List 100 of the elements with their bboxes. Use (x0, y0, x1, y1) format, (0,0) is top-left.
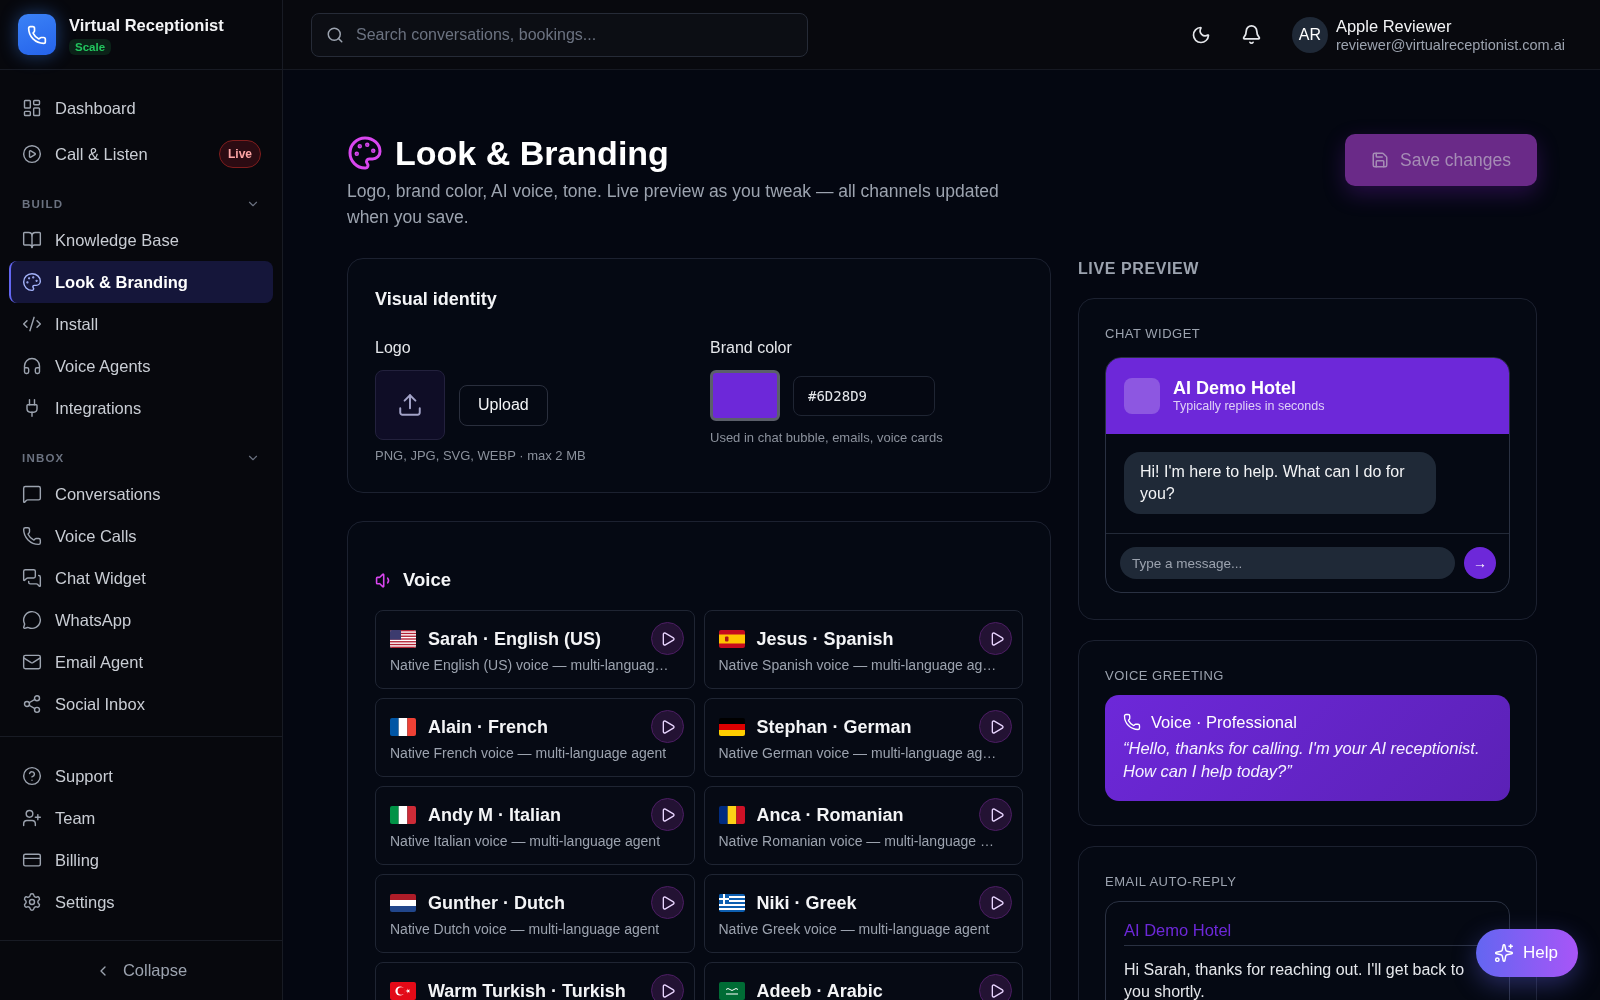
voice-option[interactable]: Stephan · German Native German voice — multi-language ag… (703, 698, 1023, 777)
us-flag-icon (390, 629, 416, 648)
sparkles-icon (1494, 943, 1515, 963)
voice-option[interactable]: Anca · Romanian Native Romanian voice — multi-language … (703, 786, 1023, 865)
upload-button[interactable]: Upload (459, 384, 548, 426)
nav-item[interactable]: Conversations (9, 473, 273, 515)
voice-option[interactable]: Sarah · English (US) Native English (US) voice — multi-languag… (375, 610, 695, 689)
field-hint: Used in chat bubble, emails, voice cards (710, 430, 944, 446)
user-email: reviewer@virtualreceptionist.com.ai (1335, 36, 1565, 53)
nav-item[interactable]: Settings (9, 881, 273, 923)
code-icon (22, 314, 42, 334)
speech-bubble-icon (22, 610, 42, 630)
bell-icon[interactable] (1240, 24, 1262, 45)
hex-color-field[interactable]: #6D28D9 (793, 375, 935, 416)
voice-name: Alain · French (428, 715, 548, 738)
voice-name: Gunther · Dutch (428, 891, 565, 914)
play-icon (660, 718, 676, 735)
nav-item[interactable]: Knowledge Base (9, 219, 273, 261)
play-button[interactable] (979, 622, 1012, 655)
preview-label: EMAIL AUTO-REPLY (1105, 874, 1238, 890)
share-icon (22, 694, 42, 714)
nav-item[interactable]: Chat Widget (9, 557, 273, 599)
section-heading: LIVE PREVIEW (1078, 259, 1200, 279)
widget-title: AI Demo Hotel (1173, 378, 1297, 399)
envelope-icon (22, 652, 42, 672)
message-input[interactable]: Type a message... (1120, 547, 1455, 579)
play-button[interactable] (650, 974, 684, 1000)
nav-item[interactable]: Billing (9, 839, 273, 881)
search-icon (326, 25, 344, 44)
play-button[interactable] (979, 798, 1012, 831)
voice-option[interactable]: Andy M · Italian Native Italian voice — multi-language agent (375, 786, 695, 865)
voice-description: Native English (US) voice — multi-languag… (390, 657, 670, 674)
nav-item[interactable]: Install (9, 303, 273, 345)
voice-name: Anca · Romanian (756, 803, 904, 826)
page-subtitle: Logo, brand color, AI voice, tone. Live preview as you tweak — all channels updated when you save. (347, 180, 1000, 229)
app-name: Virtual Receptionist (69, 14, 224, 35)
section-toggle[interactable]: INBOX (9, 451, 273, 465)
voice-name: Andy M · Italian (428, 803, 561, 826)
voice-name: Warm Turkish · Turkish (428, 979, 626, 1000)
preview-label: CHAT WIDGET (1105, 326, 1202, 342)
chat-bubble-icon (22, 484, 42, 504)
help-button[interactable]: Help (1476, 929, 1578, 977)
nav-item[interactable]: Dashboard (9, 87, 273, 129)
nav-item[interactable]: Integrations (9, 387, 273, 429)
voice-option[interactable]: Jesus · Spanish Native Spanish voice — multi-language ag… (703, 610, 1023, 689)
voice-name: Niki · Greek (756, 891, 857, 914)
preview-label: VOICE GREETING (1105, 668, 1225, 684)
spain-flag-icon (718, 629, 745, 648)
phone-icon (22, 526, 42, 546)
play-button[interactable] (979, 710, 1012, 743)
plan-badge: Scale (69, 38, 112, 55)
field-label: Brand color (710, 338, 793, 358)
play-circle-icon (22, 144, 42, 164)
help-circle-icon (22, 766, 42, 786)
saudi-flag-icon (718, 981, 745, 1000)
user-name: Apple Reviewer (1335, 16, 1453, 36)
voice-description: Native German voice — multi-language ag… (718, 745, 998, 762)
nav-item[interactable]: Email Agent (9, 641, 273, 683)
voice-description: Native Italian voice — multi-language agent (390, 833, 662, 850)
search-field[interactable]: Search conversations, bookings... (311, 12, 808, 57)
nav-item[interactable]: Support (9, 755, 273, 797)
voice-name: Stephan · German (756, 715, 912, 738)
color-swatch[interactable] (710, 370, 780, 421)
voice-description: Native French voice — multi-language agent (390, 745, 668, 762)
voice-option[interactable]: Niki · Greek Native Greek voice — multi-language agent (703, 874, 1023, 953)
moon-icon[interactable] (1190, 24, 1211, 45)
play-button[interactable] (650, 798, 684, 831)
voice-description: Native Greek voice — multi-language agent (718, 921, 991, 938)
email-body: Hi Sarah, thanks for reaching out. I'll get back to you shortly. (1124, 960, 1466, 1000)
nav-item[interactable]: Team (9, 797, 273, 839)
play-button[interactable] (650, 622, 684, 655)
voice-description: Native Dutch voice — multi-language agent (390, 921, 661, 938)
chat-bubbles-icon (22, 568, 42, 588)
phone-icon (1123, 713, 1141, 731)
play-button[interactable] (650, 886, 684, 919)
netherlands-flag-icon (390, 893, 416, 912)
play-button[interactable] (979, 974, 1012, 1000)
voice-option[interactable]: Alain · French Native French voice — multi-language agent (375, 698, 695, 777)
voice-name: Jesus · Spanish (756, 627, 894, 650)
play-button[interactable] (650, 710, 684, 743)
nav-item[interactable]: Call & Listen (9, 133, 219, 175)
play-button[interactable] (979, 886, 1012, 919)
france-flag-icon (390, 717, 416, 736)
send-button[interactable]: → (1464, 547, 1496, 579)
logo-upload-tile[interactable] (375, 370, 445, 440)
voice-option[interactable]: Gunther · Dutch Native Dutch voice — multi-language agent (375, 874, 695, 953)
nav-item[interactable]: Voice Calls (9, 515, 273, 557)
nav-item[interactable]: Look & Branding (9, 261, 273, 303)
nav-item[interactable]: WhatsApp (9, 599, 273, 641)
user-avatar[interactable]: AR (1291, 16, 1328, 53)
voice-option[interactable]: Warm Turkish · Turkish (375, 962, 695, 1000)
nav-item[interactable]: Voice Agents (9, 345, 273, 387)
section-toggle[interactable]: BUILD (9, 197, 273, 211)
greece-flag-icon (718, 893, 745, 912)
nav-item[interactable]: Social Inbox (9, 683, 273, 725)
book-icon (22, 230, 42, 250)
upload-icon (397, 392, 423, 418)
user-plus-icon (22, 808, 42, 828)
collapse-button[interactable]: Collapse (88, 957, 194, 984)
voice-option[interactable]: Adeeb · Arabic (703, 962, 1023, 1000)
